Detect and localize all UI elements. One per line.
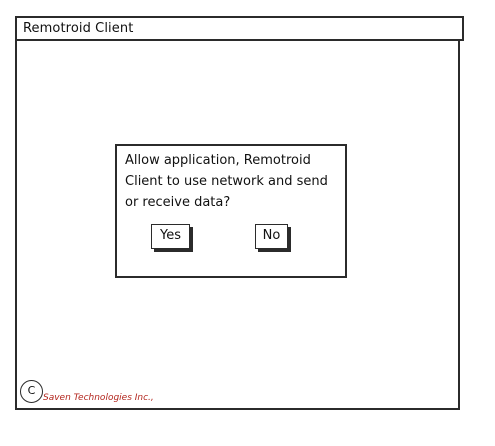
company-name: Saven Technologies Inc., [43, 393, 154, 403]
copyright-icon: C [20, 380, 43, 403]
app-window: Remotroid Client Allow application, Remo… [15, 16, 464, 410]
footer: C Saven Technologies Inc., [17, 380, 458, 408]
title-bar: Remotroid Client [15, 16, 464, 41]
permission-dialog: Allow application, Remotroid Client to u… [115, 144, 347, 278]
window-title: Remotroid Client [23, 21, 134, 36]
dialog-message: Allow application, Remotroid Client to u… [125, 153, 328, 210]
yes-button[interactable]: Yes [151, 224, 190, 249]
no-button[interactable]: No [255, 224, 288, 249]
screen: Remotroid Client Allow application, Remo… [0, 0, 495, 446]
